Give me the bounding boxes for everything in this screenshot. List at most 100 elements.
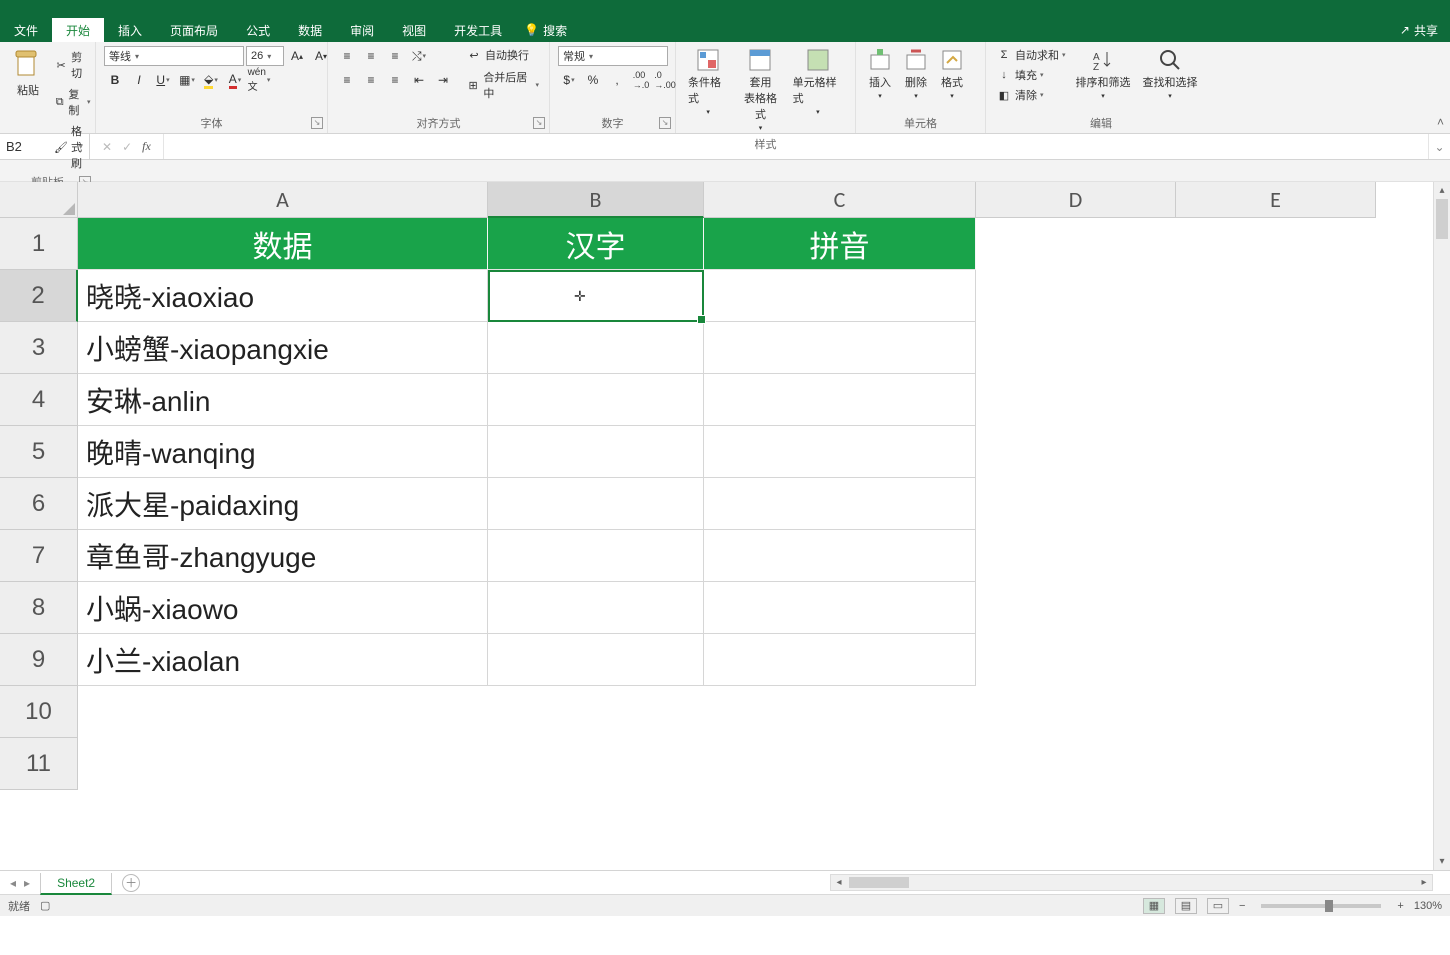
cell-styles-button[interactable]: 单元格样式▾ <box>789 46 847 118</box>
horizontal-scrollbar[interactable]: ◂ ▸ <box>830 874 1433 891</box>
cell-B4[interactable] <box>488 374 704 426</box>
cell-A8[interactable]: 小蜗-xiaowo <box>78 582 488 634</box>
zoom-level[interactable]: 130% <box>1414 900 1442 912</box>
clear-button[interactable]: ◧清除▾ <box>994 86 1068 104</box>
tab-view[interactable]: 视图 <box>388 18 440 42</box>
phonetic-button[interactable]: wén文▾ <box>248 70 270 90</box>
tab-data[interactable]: 数据 <box>284 18 336 42</box>
border-button[interactable]: ▦▾ <box>176 70 198 90</box>
cell-B8[interactable] <box>488 582 704 634</box>
find-select-button[interactable]: 查找和选择▾ <box>1139 46 1202 102</box>
align-bottom-button[interactable]: ≡ <box>384 46 406 66</box>
wrap-text-button[interactable]: ↩自动换行 <box>464 46 541 64</box>
cell-A1[interactable]: 数据 <box>78 218 488 270</box>
tab-review[interactable]: 审阅 <box>336 18 388 42</box>
cell-B1[interactable]: 汉字 <box>488 218 704 270</box>
decrease-decimal-button[interactable]: .0→.00 <box>654 70 676 90</box>
scroll-thumb[interactable] <box>1436 199 1448 239</box>
cell-A6[interactable]: 派大星-paidaxing <box>78 478 488 530</box>
autosum-button[interactable]: Σ自动求和▾ <box>994 46 1068 64</box>
cell-A2[interactable]: 晓晓-xiaoxiao <box>78 270 488 322</box>
dialog-launcher[interactable]: ↘ <box>311 117 323 129</box>
dialog-launcher[interactable]: ↘ <box>533 117 545 129</box>
cell-C4[interactable] <box>704 374 976 426</box>
cell-B6[interactable] <box>488 478 704 530</box>
cell-C6[interactable] <box>704 478 976 530</box>
cell-A7[interactable]: 章鱼哥-zhangyuge <box>78 530 488 582</box>
fx-icon[interactable]: fx <box>142 139 151 154</box>
cell-A5[interactable]: 晚晴-wanqing <box>78 426 488 478</box>
comma-button[interactable]: , <box>606 70 628 90</box>
column-header-C[interactable]: C <box>704 182 976 218</box>
cell-A4[interactable]: 安琳-anlin <box>78 374 488 426</box>
view-normal-button[interactable]: ▦ <box>1143 898 1165 914</box>
bold-button[interactable]: B <box>104 70 126 90</box>
fill-button[interactable]: ↓填充▾ <box>994 66 1068 84</box>
percent-button[interactable]: % <box>582 70 604 90</box>
sheet-tab[interactable]: Sheet2 <box>40 873 112 895</box>
font-size-select[interactable]: 26▾ <box>246 46 284 66</box>
cell-C3[interactable] <box>704 322 976 374</box>
cell-B2[interactable] <box>488 270 704 322</box>
accept-formula-icon[interactable]: ✓ <box>122 140 132 154</box>
scroll-right-button[interactable]: ▸ <box>1416 875 1432 890</box>
sheet-nav-first[interactable]: ◂ <box>10 876 16 890</box>
row-header-5[interactable]: 5 <box>0 426 78 478</box>
increase-decimal-button[interactable]: .00→.0 <box>630 70 652 90</box>
scroll-down-button[interactable]: ▾ <box>1434 853 1450 870</box>
row-header-10[interactable]: 10 <box>0 686 78 738</box>
zoom-slider[interactable] <box>1261 904 1381 908</box>
column-header-D[interactable]: D <box>976 182 1176 218</box>
merge-center-button[interactable]: ⊞合并后居中▾ <box>464 68 541 102</box>
tab-layout[interactable]: 页面布局 <box>156 18 232 42</box>
cell-B3[interactable] <box>488 322 704 374</box>
column-header-B[interactable]: B <box>488 182 704 218</box>
hscroll-thumb[interactable] <box>849 877 909 888</box>
row-header-1[interactable]: 1 <box>0 218 78 270</box>
cell-C5[interactable] <box>704 426 976 478</box>
font-color-button[interactable]: A▾ <box>224 70 246 90</box>
row-header-11[interactable]: 11 <box>0 738 78 790</box>
conditional-format-button[interactable]: 条件格式▾ <box>684 46 732 118</box>
collapse-ribbon-button[interactable]: ˄ <box>1437 115 1444 129</box>
row-header-8[interactable]: 8 <box>0 582 78 634</box>
cell-C8[interactable] <box>704 582 976 634</box>
cell-A3[interactable]: 小螃蟹-xiaopangxie <box>78 322 488 374</box>
format-painter-button[interactable]: 🖌格式刷 <box>52 122 93 172</box>
row-header-2[interactable]: 2 <box>0 270 78 322</box>
add-sheet-button[interactable]: ＋ <box>122 874 140 892</box>
view-page-layout-button[interactable]: ▤ <box>1175 898 1197 914</box>
cell-C2[interactable] <box>704 270 976 322</box>
fill-color-button[interactable]: ⬙▾ <box>200 70 222 90</box>
font-name-select[interactable]: 等线▾ <box>104 46 244 66</box>
share-button[interactable]: ↗ 共享 <box>1388 18 1450 42</box>
tab-home[interactable]: 开始 <box>52 18 104 42</box>
align-right-button[interactable]: ≡ <box>384 70 406 90</box>
select-all-corner[interactable] <box>0 182 78 218</box>
zoom-out-button[interactable]: − <box>1239 900 1245 912</box>
tab-dev[interactable]: 开发工具 <box>440 18 516 42</box>
row-header-6[interactable]: 6 <box>0 478 78 530</box>
align-left-button[interactable]: ≡ <box>336 70 358 90</box>
vertical-scrollbar[interactable]: ▴ ▾ <box>1433 182 1450 870</box>
increase-font-button[interactable]: A▴ <box>286 46 308 66</box>
row-header-9[interactable]: 9 <box>0 634 78 686</box>
cell-C9[interactable] <box>704 634 976 686</box>
cell-B7[interactable] <box>488 530 704 582</box>
sheet-nav-last[interactable]: ▸ <box>24 876 30 890</box>
column-header-A[interactable]: A <box>78 182 488 218</box>
delete-cells-button[interactable]: 删除▾ <box>900 46 932 102</box>
cell-C1[interactable]: 拼音 <box>704 218 976 270</box>
tab-file[interactable]: 文件 <box>0 18 52 42</box>
align-middle-button[interactable]: ≡ <box>360 46 382 66</box>
tab-insert[interactable]: 插入 <box>104 18 156 42</box>
row-header-3[interactable]: 3 <box>0 322 78 374</box>
align-center-button[interactable]: ≡ <box>360 70 382 90</box>
dialog-launcher[interactable]: ↘ <box>659 117 671 129</box>
currency-button[interactable]: $▾ <box>558 70 580 90</box>
expand-formula-bar-button[interactable]: ⌄ <box>1428 134 1450 159</box>
row-header-4[interactable]: 4 <box>0 374 78 426</box>
sort-filter-button[interactable]: AZ排序和筛选▾ <box>1072 46 1135 102</box>
column-header-E[interactable]: E <box>1176 182 1376 218</box>
scroll-up-button[interactable]: ▴ <box>1434 182 1450 199</box>
